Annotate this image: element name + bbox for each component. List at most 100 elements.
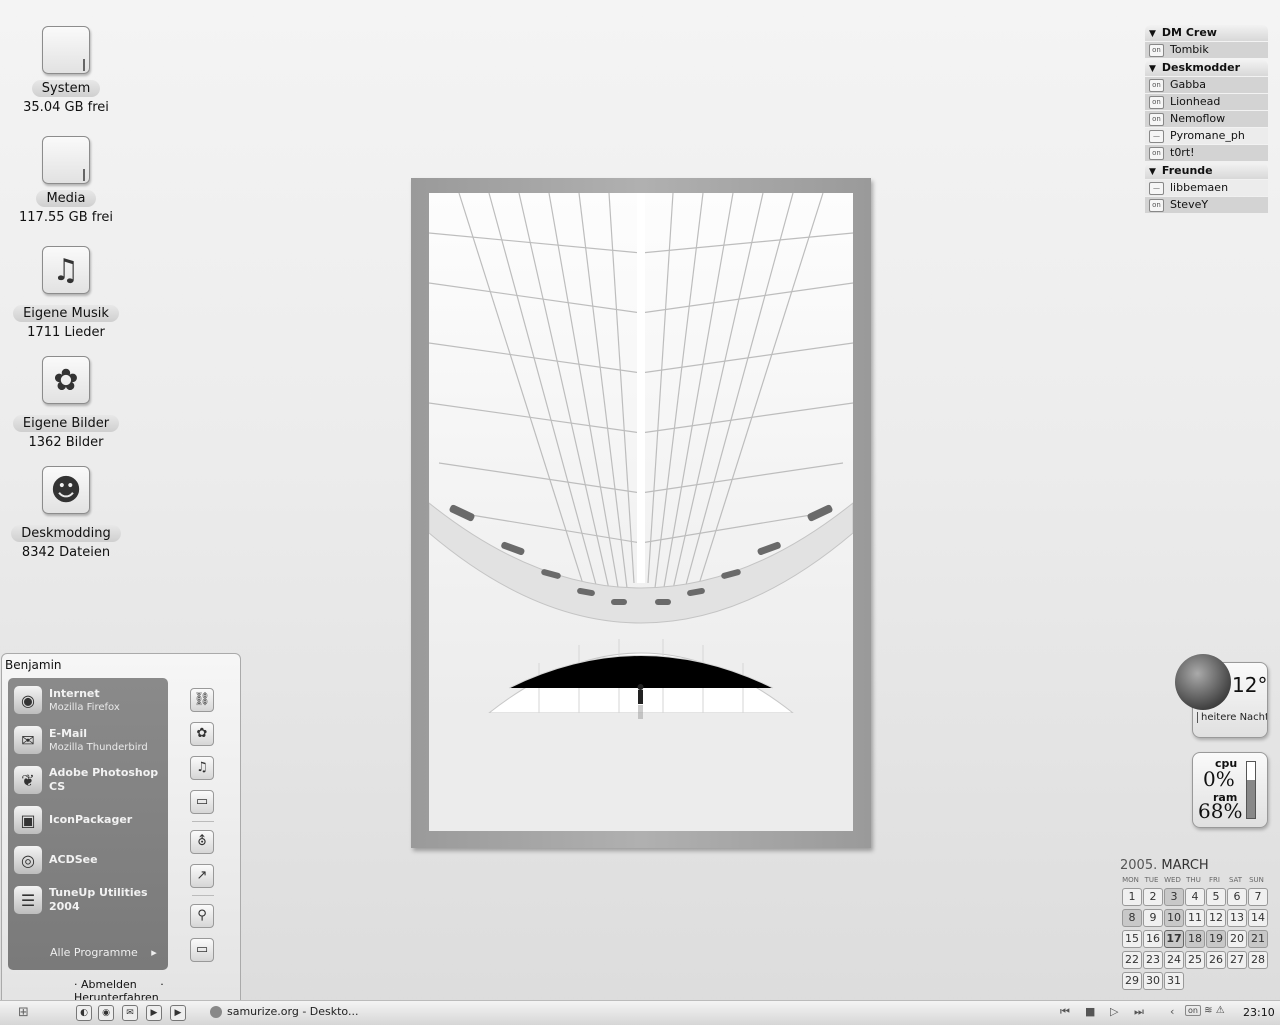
- calendar-day[interactable]: 11: [1185, 909, 1205, 927]
- moon-icon: [1175, 654, 1231, 710]
- program-item-tuneup[interactable]: ☰ TuneUp Utilities 2004: [14, 882, 166, 918]
- calendar-day[interactable]: 9: [1143, 909, 1163, 927]
- online-status-icon: on: [1149, 198, 1164, 212]
- calendar-day[interactable]: 22: [1122, 951, 1142, 969]
- free-space-text: 35.04 GB frei: [23, 100, 109, 115]
- monitor-icon[interactable]: ▭: [190, 938, 214, 962]
- drive-icon: [42, 26, 90, 74]
- desktop-icon-music[interactable]: ♫ Eigene Musik 1711 Lieder: [0, 246, 132, 340]
- program-item-photoshop[interactable]: ❦ Adobe Photoshop CS: [14, 762, 166, 798]
- calendar-day[interactable]: 12: [1206, 909, 1226, 927]
- program-item-internet[interactable]: ◉ Internet Mozilla Firefox: [14, 682, 166, 718]
- weekday-label: MON: [1122, 876, 1139, 884]
- wifi-icon[interactable]: ≋: [1204, 1005, 1212, 1016]
- computer-icon[interactable]: ▭: [190, 790, 214, 814]
- buddy-item[interactable]: on Gabba: [1145, 77, 1268, 93]
- calendar-day[interactable]: 27: [1227, 951, 1247, 969]
- buddy-item[interactable]: on Tombik: [1145, 42, 1268, 58]
- calendar-day[interactable]: 10: [1164, 909, 1184, 927]
- desktop-icon-system[interactable]: System 35.04 GB frei: [0, 26, 132, 115]
- desktop-icon-label: Deskmodding: [11, 525, 121, 542]
- architecture-photo: [429, 193, 853, 831]
- calendar-day[interactable]: 5: [1206, 888, 1226, 906]
- calendar-grid: 1 2 3 4 5 6 7 8 9 10 11 12 13 14 15 16 17 18 19 20 21 22 23 24 2…: [1120, 884, 1270, 994]
- calendar-day[interactable]: 31: [1164, 972, 1184, 990]
- calendar-day[interactable]: 13: [1227, 909, 1247, 927]
- cpu-value: 0%: [1203, 767, 1235, 791]
- buddy-item[interactable]: — Pyromane_ph: [1145, 128, 1268, 144]
- calendar-day[interactable]: 26: [1206, 951, 1226, 969]
- calendar-day[interactable]: 4: [1185, 888, 1205, 906]
- calendar-day[interactable]: 7: [1248, 888, 1268, 906]
- stop-icon[interactable]: ■: [1085, 1005, 1095, 1018]
- monkey-icon: ☻: [42, 466, 90, 514]
- previous-track-icon[interactable]: ⏮: [1060, 1005, 1070, 1019]
- pictures-icon[interactable]: ✿: [190, 722, 214, 746]
- control-panel-icon[interactable]: ⛢: [190, 830, 214, 854]
- calendar-day[interactable]: 16: [1143, 930, 1163, 948]
- calendar-day[interactable]: 14: [1248, 909, 1268, 927]
- tray-status-icon[interactable]: on: [1185, 1005, 1201, 1016]
- buddy-item[interactable]: on Lionhead: [1145, 94, 1268, 110]
- calendar-day[interactable]: 20: [1227, 930, 1247, 948]
- run-icon[interactable]: ↗: [190, 864, 214, 888]
- quicklaunch-firefox-icon[interactable]: ◉: [98, 1005, 114, 1021]
- music-note-icon: ♫: [42, 246, 90, 294]
- calendar-day[interactable]: 6: [1227, 888, 1247, 906]
- calendar-day[interactable]: 29: [1122, 972, 1142, 990]
- calendar-day[interactable]: 3: [1164, 888, 1184, 906]
- start-button[interactable]: ⊞: [18, 1005, 29, 1020]
- desktop-icon-deskmodding[interactable]: ☻ Deskmodding 8342 Dateien: [0, 466, 132, 560]
- calendar-year: 2005.: [1120, 858, 1158, 873]
- desktop-icon-pictures[interactable]: ✿ Eigene Bilder 1362 Bilder: [0, 356, 132, 450]
- logoff-button[interactable]: · Abmelden: [74, 978, 147, 991]
- calendar-day[interactable]: 24: [1164, 951, 1184, 969]
- network-icon[interactable]: ⚠: [1216, 1005, 1225, 1016]
- buddy-group-header[interactable]: ▼ DM Crew: [1145, 25, 1268, 41]
- play-icon[interactable]: ▷: [1110, 1005, 1118, 1018]
- all-programs-button[interactable]: Alle Programme ▸: [50, 946, 157, 959]
- buddy-group-header[interactable]: ▼ Freunde: [1145, 163, 1268, 179]
- browser-icon: [210, 1006, 222, 1018]
- calendar-day[interactable]: 1: [1122, 888, 1142, 906]
- program-item-acdsee[interactable]: ◎ ACDSee: [14, 842, 166, 878]
- quicklaunch-media-icon[interactable]: ▶: [170, 1005, 186, 1021]
- calendar-day[interactable]: 18: [1185, 930, 1205, 948]
- ram-value: 68%: [1198, 799, 1243, 823]
- quicklaunch-messenger-icon[interactable]: ✉: [122, 1005, 138, 1021]
- calendar-day[interactable]: 21: [1248, 930, 1268, 948]
- buddy-item[interactable]: — libbemaen: [1145, 180, 1268, 196]
- tray-expand-icon[interactable]: ‹: [1170, 1005, 1174, 1018]
- calendar-day[interactable]: 8: [1122, 909, 1142, 927]
- windows-logo-icon: ⊞: [18, 1005, 29, 1020]
- buddy-item[interactable]: on t0rt!: [1145, 145, 1268, 161]
- item-count-text: 1362 Bilder: [28, 435, 104, 450]
- desktop-icon-media[interactable]: Media 117.55 GB frei: [0, 136, 132, 225]
- calendar-day[interactable]: 19: [1206, 930, 1226, 948]
- calendar-day-today[interactable]: 17: [1164, 930, 1184, 948]
- system-tray: on ≋ ⚠: [1185, 1005, 1225, 1016]
- quicklaunch-play-icon[interactable]: ▶: [146, 1005, 162, 1021]
- calendar-day[interactable]: 28: [1248, 951, 1268, 969]
- calendar-day[interactable]: 25: [1185, 951, 1205, 969]
- calendar-day[interactable]: 23: [1143, 951, 1163, 969]
- eye-icon: ◎: [14, 846, 42, 874]
- calendar-day[interactable]: 2: [1143, 888, 1163, 906]
- desktop-icon-label: Eigene Musik: [13, 305, 119, 322]
- weekday-label: TUE: [1144, 876, 1159, 884]
- online-status-icon: on: [1149, 112, 1164, 126]
- quicklaunch-winamp-icon[interactable]: ◐: [76, 1005, 92, 1021]
- link-icon[interactable]: ⛓: [190, 688, 214, 712]
- buddy-item[interactable]: on Nemoflow: [1145, 111, 1268, 127]
- program-item-email[interactable]: ✉ E-Mail Mozilla Thunderbird: [14, 722, 166, 758]
- free-space-text: 117.55 GB frei: [19, 210, 113, 225]
- buddy-group-header[interactable]: ▼ Deskmodder: [1145, 60, 1268, 76]
- calendar-day[interactable]: 30: [1143, 972, 1163, 990]
- program-item-iconpackager[interactable]: ▣ IconPackager: [14, 802, 166, 838]
- calendar-day[interactable]: 15: [1122, 930, 1142, 948]
- buddy-item[interactable]: on SteveY: [1145, 197, 1268, 213]
- next-track-icon[interactable]: ⏭: [1134, 1005, 1144, 1019]
- search-icon[interactable]: ⚲: [190, 904, 214, 928]
- music-icon[interactable]: ♫: [190, 756, 214, 780]
- taskbar-window-button[interactable]: samurize.org - Deskto...: [210, 1005, 358, 1018]
